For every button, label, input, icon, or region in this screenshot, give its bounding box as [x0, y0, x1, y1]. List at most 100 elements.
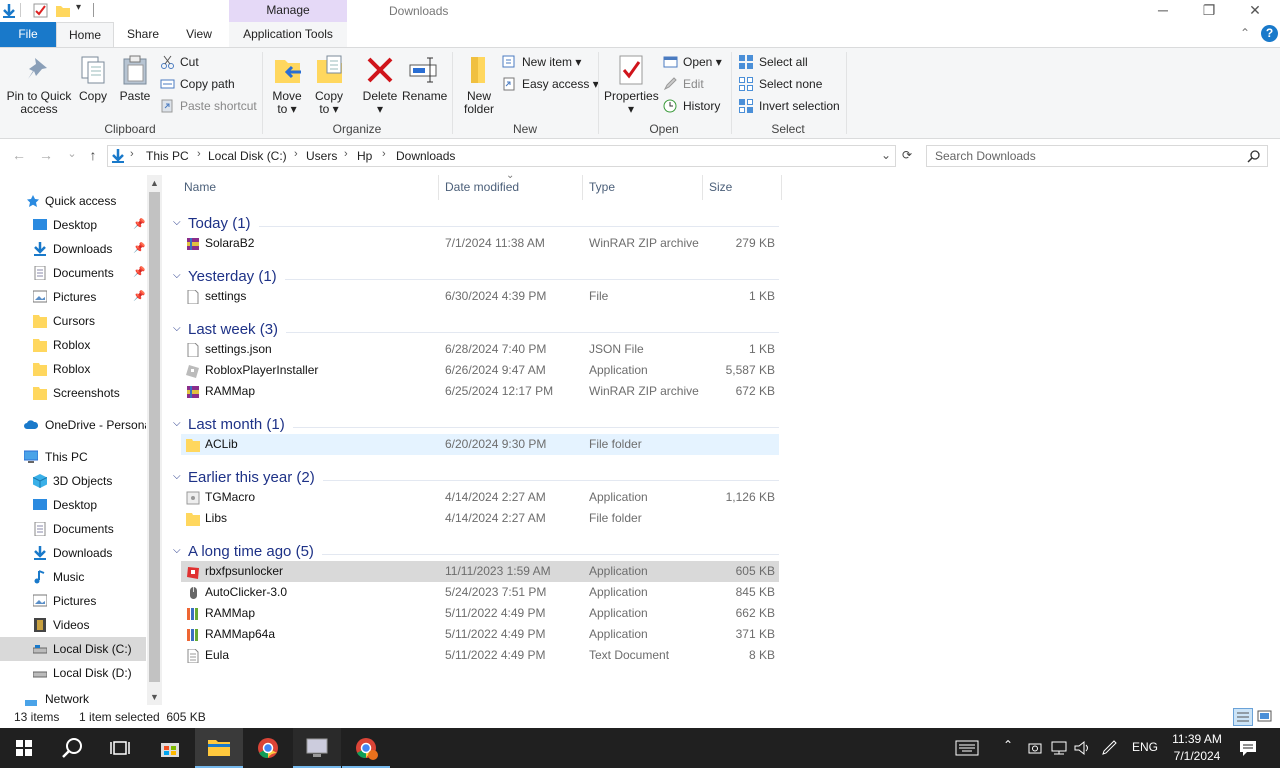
collapse-chevron-icon[interactable]: ⌵	[173, 545, 181, 556]
nav-quick-access[interactable]: Quick access	[0, 189, 146, 213]
tab-view[interactable]: View	[176, 22, 222, 47]
file-row[interactable]: RAMMap 5/11/2022 4:49 PM Application 662 KB	[181, 603, 779, 624]
copy-path-button[interactable]: Copy path	[160, 74, 235, 94]
collapse-chevron-icon[interactable]: ⌵	[173, 418, 181, 429]
file-row[interactable]: RAMMap 6/25/2024 12:17 PM WinRAR ZIP archi…	[181, 381, 779, 402]
file-row[interactable]: Eula 5/11/2022 4:49 PM Text Document 8 KB	[181, 645, 779, 666]
nav-qa-desktop[interactable]: Desktop 📌	[0, 213, 146, 237]
file-row[interactable]: Libs 4/14/2024 2:27 AM File folder	[181, 508, 779, 529]
forward-button[interactable]: →	[36, 147, 56, 165]
search-input[interactable]: Search Downloads	[926, 145, 1268, 167]
edit-button[interactable]: Edit	[663, 74, 704, 94]
nav-this-pc[interactable]: This PC	[0, 445, 146, 469]
new-item-button[interactable]: New item ▾	[502, 52, 581, 72]
column-divider[interactable]	[702, 175, 703, 200]
file-row[interactable]: settings 6/30/2024 4:39 PM File 1 KB	[181, 286, 779, 307]
tab-share[interactable]: Share	[118, 22, 168, 47]
crumb-hp[interactable]: Hp	[357, 149, 372, 163]
crumb-this-pc[interactable]: This PC	[146, 149, 189, 163]
nav-qa-downloads[interactable]: Downloads 📌	[0, 237, 146, 261]
rename-button[interactable]: Rename	[402, 54, 447, 103]
file-row[interactable]: AutoClicker-3.0 5/24/2023 7:51 PM Applicat…	[181, 582, 779, 603]
chrome-profile-taskbar-button[interactable]	[342, 728, 390, 768]
new-folder-qat-icon[interactable]	[56, 4, 70, 17]
crumb-downloads[interactable]: Downloads	[396, 149, 455, 163]
back-button[interactable]: ←	[9, 147, 29, 165]
select-none-button[interactable]: Select none	[739, 74, 822, 94]
tab-file[interactable]: File	[0, 22, 56, 47]
tab-manage[interactable]: Manage	[229, 0, 347, 22]
scroll-up-arrow-icon[interactable]: ▲	[147, 176, 162, 190]
column-header-size[interactable]: Size	[709, 179, 732, 199]
nav-scroll-thumb[interactable]	[149, 192, 160, 682]
collapse-chevron-icon[interactable]: ⌵	[173, 270, 181, 281]
file-row[interactable]: ACLib 6/20/2024 9:30 PM File folder	[181, 434, 779, 455]
cut-button[interactable]: Cut	[160, 52, 199, 72]
nav-pc-music[interactable]: Music	[0, 565, 146, 589]
clock-date[interactable]: 7/1/2024	[1169, 749, 1225, 763]
recent-locations-button[interactable]: ⌄	[62, 147, 82, 165]
pen-icon[interactable]	[1101, 740, 1119, 756]
nav-pc-videos[interactable]: Videos	[0, 613, 146, 637]
column-divider[interactable]	[582, 175, 583, 200]
copy-button[interactable]: Copy	[76, 54, 110, 103]
app-taskbar-button[interactable]	[293, 728, 341, 768]
file-explorer-taskbar-button[interactable]	[195, 728, 243, 768]
column-header-date[interactable]: Date modified	[445, 179, 519, 199]
tab-home[interactable]: Home	[56, 22, 114, 47]
column-divider[interactable]	[781, 175, 782, 200]
chevron-up-icon[interactable]: ⌃	[1003, 738, 1013, 752]
nav-network[interactable]: Network	[0, 693, 146, 706]
paste-shortcut-button[interactable]: Paste shortcut	[160, 96, 257, 116]
column-header-type[interactable]: Type	[589, 179, 615, 199]
customize-qat-icon[interactable]: ▾	[76, 2, 81, 13]
notification-icon[interactable]	[1239, 740, 1257, 757]
nav-qa-cursors[interactable]: Cursors	[0, 309, 146, 333]
file-row[interactable]: TGMacro 4/14/2024 2:27 AM Application 1,126…	[181, 487, 779, 508]
collapse-chevron-icon[interactable]: ⌵	[173, 323, 181, 334]
nav-pc-local-disk-d[interactable]: Local Disk (D:)	[0, 661, 146, 685]
new-folder-button[interactable]: New folder	[460, 54, 498, 116]
large-icons-view-button[interactable]	[1256, 708, 1274, 726]
start-button[interactable]	[0, 728, 48, 768]
clock-time[interactable]: 11:39 AM	[1169, 732, 1225, 746]
nav-pc-desktop[interactable]: Desktop	[0, 493, 146, 517]
network-icon[interactable]	[1050, 740, 1068, 756]
keyboard-icon[interactable]	[955, 740, 979, 756]
properties-qat-icon[interactable]	[33, 3, 48, 18]
file-row[interactable]: RobloxPlayerInstaller 6/26/2024 9:47 AM Ap…	[181, 360, 779, 381]
address-bar[interactable]: › This PC › Local Disk (C:) › Users › Hp…	[107, 145, 896, 167]
nav-qa-roblox[interactable]: Roblox	[0, 333, 146, 357]
maximize-button[interactable]: ❐	[1186, 0, 1232, 22]
nav-pc-pictures[interactable]: Pictures	[0, 589, 146, 613]
nav-pc-local-disk-c[interactable]: Local Disk (C:)	[0, 637, 146, 661]
open-button[interactable]: Open ▾	[663, 52, 722, 72]
collapse-ribbon-icon[interactable]: ⌃	[1240, 26, 1250, 40]
crumb-local-disk-c[interactable]: Local Disk (C:)	[208, 149, 287, 163]
collapse-chevron-icon[interactable]: ⌵	[173, 217, 181, 228]
refresh-button[interactable]: ⟳	[897, 145, 917, 167]
file-row[interactable]: rbxfpsunlocker 11/11/2023 1:59 AM Applicat…	[181, 561, 779, 582]
nav-qa-screenshots[interactable]: Screenshots	[0, 381, 146, 405]
paste-button[interactable]: Paste	[118, 54, 152, 103]
address-dropdown-icon[interactable]: ⌄	[881, 148, 891, 162]
nav-pc-documents[interactable]: Documents	[0, 517, 146, 541]
nav-qa-documents[interactable]: Documents 📌	[0, 261, 146, 285]
minimize-button[interactable]: ─	[1140, 0, 1186, 22]
nav-pc-3d-objects[interactable]: 3D Objects	[0, 469, 146, 493]
nav-onedrive[interactable]: OneDrive - Persona	[0, 413, 146, 437]
camera-icon[interactable]	[1028, 741, 1042, 755]
tab-application-tools[interactable]: Application Tools	[229, 22, 347, 47]
history-button[interactable]: History	[663, 96, 720, 116]
properties-button[interactable]: Properties ▾	[604, 54, 659, 116]
file-row[interactable]: settings.json 6/28/2024 7:40 PM JSON File 1…	[181, 339, 779, 360]
copy-to-button[interactable]: Copy to ▾	[312, 54, 346, 116]
column-divider[interactable]	[438, 175, 439, 200]
scroll-down-arrow-icon[interactable]: ▼	[147, 690, 162, 704]
delete-button[interactable]: Delete ▾	[362, 54, 398, 116]
task-view-button[interactable]	[96, 728, 144, 768]
store-app-button[interactable]	[146, 728, 194, 768]
collapse-chevron-icon[interactable]: ⌵	[173, 471, 181, 482]
nav-qa-roblox-2[interactable]: Roblox	[0, 357, 146, 381]
nav-qa-pictures[interactable]: Pictures 📌	[0, 285, 146, 309]
